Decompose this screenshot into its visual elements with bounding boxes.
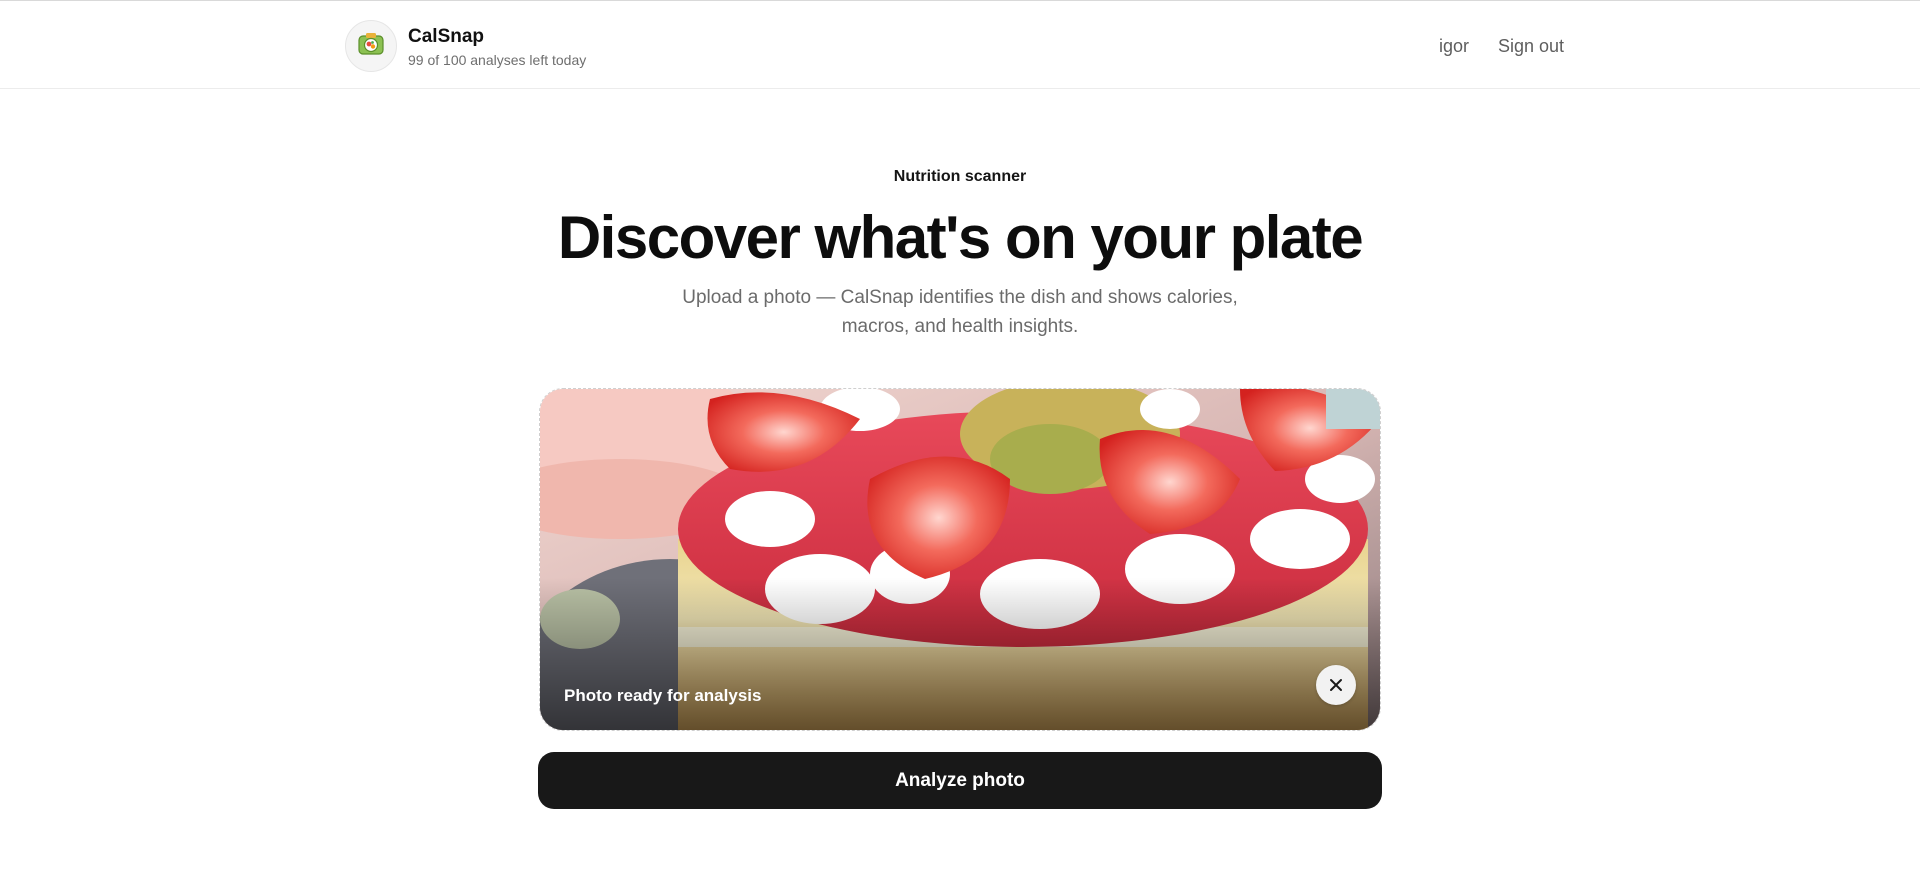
sign-out-link[interactable]: Sign out xyxy=(1498,36,1564,57)
section-eyebrow: Nutrition scanner xyxy=(893,168,1027,185)
logo[interactable] xyxy=(345,20,397,72)
analyze-photo-button[interactable]: Analyze photo xyxy=(538,752,1382,809)
analyses-quota: 99 of 100 analyses left today xyxy=(408,52,587,68)
remove-photo-button[interactable] xyxy=(1316,665,1356,705)
app-name: CalSnap xyxy=(408,26,485,47)
strawberry-cake-photo xyxy=(540,389,1380,730)
user-name-link[interactable]: igor xyxy=(1439,36,1469,57)
page-subtitle: Upload a photo — CalSnap identifies the … xyxy=(682,287,1238,337)
camera-vegetables-icon xyxy=(356,29,386,64)
close-icon xyxy=(1329,678,1343,692)
photo-status-label: Photo ready for analysis xyxy=(564,686,762,705)
uploaded-photo-preview[interactable]: Photo ready for analysis xyxy=(539,388,1381,731)
app-header: CalSnap 99 of 100 analyses left today ig… xyxy=(0,1,1920,89)
page-title: Discover what's on your plate xyxy=(557,204,1364,271)
